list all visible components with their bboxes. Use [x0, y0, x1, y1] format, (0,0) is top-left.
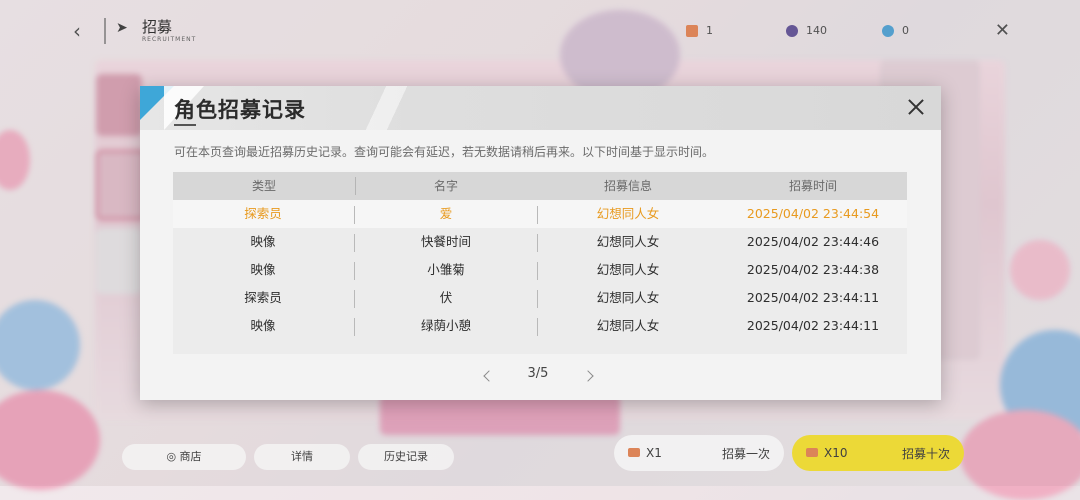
column-header-name: 名字 — [433, 179, 458, 193]
cell-time: 2025/04/02 23:44:11 — [746, 318, 880, 333]
dialog-note: 可在本页查询最近招募历史记录。查询可能会有延迟，若无数据请稍后再来。以下时间基于… — [174, 145, 715, 159]
column-header-time: 招募时间 — [788, 179, 837, 193]
table-header: 类型 名字 招募信息 招募时间 — [173, 172, 907, 200]
pagination: 3/5 — [140, 366, 941, 386]
table-row: 映像 绿荫小憩 幻想同人女 2025/04/02 23:44:11 — [173, 312, 907, 340]
dialog-title: 角色招募记录 — [174, 97, 306, 122]
table-row: 探索员 伏 幻想同人女 2025/04/02 23:44:11 — [173, 284, 907, 312]
title-underline — [174, 124, 196, 126]
cell-time: 2025/04/02 23:44:46 — [746, 234, 880, 249]
header-decoration — [330, 86, 450, 130]
cell-name: 快餐时间 — [420, 234, 471, 249]
page-indicator: 3/5 — [527, 366, 549, 381]
dialog-header: 角色招募记录 — [140, 86, 941, 130]
cell-time: 2025/04/02 23:44:38 — [746, 262, 880, 277]
cell-name: 伏 — [439, 290, 453, 305]
cell-type: 映像 — [250, 318, 276, 333]
cell-type: 映像 — [250, 234, 276, 249]
cell-info: 幻想同人女 — [596, 234, 660, 249]
column-header-type: 类型 — [251, 179, 276, 193]
table-row: 映像 小雏菊 幻想同人女 2025/04/02 23:44:38 — [173, 256, 907, 284]
cell-info: 幻想同人女 — [596, 262, 660, 277]
cell-name: 绿荫小憩 — [420, 318, 471, 333]
cell-time: 2025/04/02 23:44:11 — [746, 290, 880, 305]
cell-info: 幻想同人女 — [596, 290, 660, 305]
cell-time: 2025/04/02 23:44:54 — [746, 206, 880, 221]
chevron-right-icon[interactable] — [582, 368, 598, 384]
table-row: 探索员 爱 幻想同人女 2025/04/02 23:44:54 — [173, 200, 907, 228]
cell-info: 幻想同人女 — [596, 318, 660, 333]
cell-type: 探索员 — [244, 290, 282, 305]
cell-info: 幻想同人女 — [596, 206, 660, 221]
cell-name: 小雏菊 — [427, 262, 465, 277]
cell-name: 爱 — [439, 206, 453, 221]
history-table: 类型 名字 招募信息 招募时间 探索员 爱 幻想同人女 2025/04/02 2… — [173, 172, 907, 354]
cell-type: 映像 — [250, 262, 276, 277]
column-header-info: 招募信息 — [603, 179, 652, 193]
close-icon[interactable] — [903, 94, 929, 120]
cell-type: 探索员 — [244, 206, 282, 221]
table-row: 映像 快餐时间 幻想同人女 2025/04/02 23:44:46 — [173, 228, 907, 256]
chevron-left-icon[interactable] — [480, 368, 496, 384]
recruit-history-dialog: 角色招募记录 可在本页查询最近招募历史记录。查询可能会有延迟，若无数据请稍后再来… — [140, 86, 941, 400]
